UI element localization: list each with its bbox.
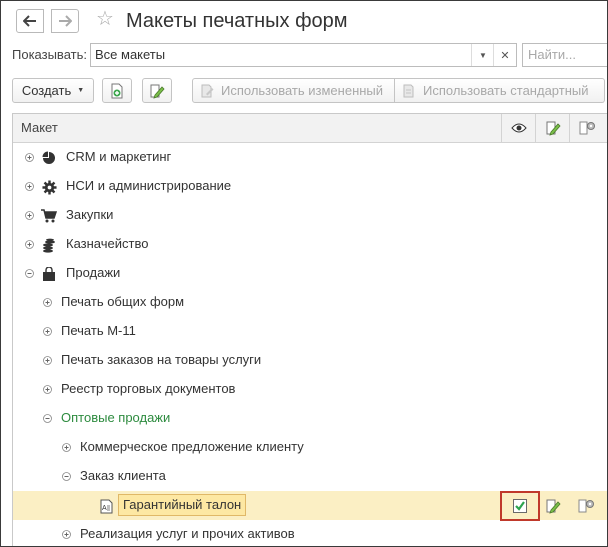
svg-text:A: A	[102, 505, 107, 512]
tree-row-label: Продажи	[66, 265, 121, 280]
use-changed-icon	[201, 84, 214, 97]
tree-row-trade-registry[interactable]: Реестр торговых документов	[13, 375, 607, 404]
print-templates-window: ☆ Макеты печатных форм Показывать: Все м…	[0, 0, 608, 547]
column-header-template[interactable]: Макет	[21, 120, 58, 136]
favorite-star-icon[interactable]: ☆	[96, 7, 114, 31]
tree-row-label: НСИ и администрирование	[66, 178, 232, 193]
forward-button[interactable]	[51, 9, 79, 33]
tree-row-label: Оптовые продажи	[61, 410, 171, 425]
collapse-icon[interactable]	[62, 472, 71, 481]
tree-row-services-sale[interactable]: Реализация услуг и прочих активов	[13, 520, 607, 546]
tree-row-label: Реализация услуг и прочих активов	[80, 526, 295, 541]
use-standard-button[interactable]: Использовать стандартный	[395, 78, 605, 103]
tree-row-label: CRM и маркетинг	[66, 149, 172, 164]
expand-icon[interactable]	[25, 153, 34, 162]
templates-table: Макет CRM и маркетинг НСИ и администриро…	[12, 113, 607, 546]
create-button-label: Создать	[21, 83, 72, 98]
tree-row-wholesale[interactable]: Оптовые продажи	[13, 404, 607, 433]
tree-row-label: Казначейство	[66, 236, 149, 251]
tree-row-crm[interactable]: CRM и маркетинг	[13, 143, 607, 172]
tree-row-sales[interactable]: Продажи	[13, 259, 607, 288]
coins-icon	[41, 237, 57, 253]
use-changed-label: Использовать измененный	[221, 83, 384, 98]
use-template-checkbox[interactable]	[513, 499, 527, 513]
tree-row-label: Реестр торговых документов	[61, 381, 236, 396]
tree-row-print-common[interactable]: Печать общих форм	[13, 288, 607, 317]
use-standard-label: Использовать стандартный	[423, 83, 589, 98]
expand-icon[interactable]	[25, 211, 34, 220]
tree-row-label: Печать заказов на товары услуги	[61, 352, 262, 367]
back-button[interactable]	[16, 9, 44, 33]
use-template-checkbox-cell[interactable]	[500, 491, 540, 521]
edit-document-icon[interactable]	[544, 497, 562, 515]
tree-row-warranty-card[interactable]: A Гарантийный талон	[13, 491, 607, 521]
column-header-edited[interactable]	[535, 114, 569, 142]
edit-document-icon	[546, 121, 561, 136]
clear-icon[interactable]: ✕	[493, 44, 516, 66]
expand-icon[interactable]	[43, 385, 52, 394]
column-header-settings[interactable]	[569, 114, 603, 142]
use-standard-icon	[403, 84, 414, 97]
edit-document-icon	[150, 84, 165, 99]
add-document-icon	[111, 83, 123, 98]
show-filter-select[interactable]: Все макеты ▼ ✕	[90, 43, 517, 67]
column-header-view[interactable]	[501, 114, 535, 142]
tree-row-treasury[interactable]: Казначейство	[13, 230, 607, 259]
tree-row-nsi[interactable]: НСИ и администрирование	[13, 172, 607, 201]
pie-chart-icon	[41, 150, 57, 166]
arrow-right-icon	[59, 15, 72, 27]
tree-row-print-m11[interactable]: Печать М-11	[13, 317, 607, 346]
dropdown-arrow-icon[interactable]: ▼	[471, 44, 494, 66]
use-changed-button[interactable]: Использовать измененный	[192, 78, 395, 103]
filter-label: Показывать:	[12, 47, 87, 62]
template-settings-icon[interactable]	[577, 497, 595, 515]
tree-row-label: Печать общих форм	[61, 294, 185, 309]
title-bar: ☆ Макеты печатных форм	[1, 1, 607, 41]
tree-row-label: Гарантийный талон	[118, 494, 247, 516]
tree-row-print-orders[interactable]: Печать заказов на товары услуги	[13, 346, 607, 375]
bag-icon	[41, 266, 57, 282]
arrow-left-icon	[23, 15, 36, 27]
expand-icon[interactable]	[43, 327, 52, 336]
edit-template-button[interactable]	[142, 78, 172, 103]
expand-icon[interactable]	[43, 298, 52, 307]
collapse-icon[interactable]	[43, 414, 52, 423]
checkmark-icon	[515, 501, 525, 511]
gear-icon	[41, 179, 57, 195]
table-header: Макет	[13, 114, 607, 143]
tree-row-purchases[interactable]: Закупки	[13, 201, 607, 230]
tree-row-label: Печать М-11	[61, 323, 136, 338]
page-title: Макеты печатных форм	[126, 10, 348, 32]
expand-icon[interactable]	[25, 240, 34, 249]
tree-row-label: Закупки	[66, 207, 114, 222]
tree-row-commercial-offer[interactable]: Коммерческое предложение клиенту	[13, 433, 607, 462]
search-placeholder: Найти...	[528, 47, 576, 62]
search-input[interactable]: Найти...	[522, 43, 607, 67]
expand-icon[interactable]	[43, 356, 52, 365]
tree-row-client-order[interactable]: Заказ клиента	[13, 462, 607, 491]
cart-icon	[41, 208, 57, 224]
expand-icon[interactable]	[62, 443, 71, 452]
tree-row-label: Коммерческое предложение клиенту	[80, 439, 304, 454]
chevron-down-icon: ▼	[77, 87, 85, 94]
expand-icon[interactable]	[25, 182, 34, 191]
add-template-button[interactable]	[102, 78, 132, 103]
create-button[interactable]: Создать ▼	[12, 78, 94, 103]
eye-icon	[510, 123, 527, 133]
template-settings-icon	[579, 121, 595, 135]
tree-row-label: Заказ клиента	[80, 468, 166, 483]
collapse-icon[interactable]	[25, 269, 34, 278]
show-filter-value: Все макеты	[95, 47, 166, 62]
expand-icon[interactable]	[62, 530, 71, 539]
document-template-icon: A	[98, 498, 114, 514]
